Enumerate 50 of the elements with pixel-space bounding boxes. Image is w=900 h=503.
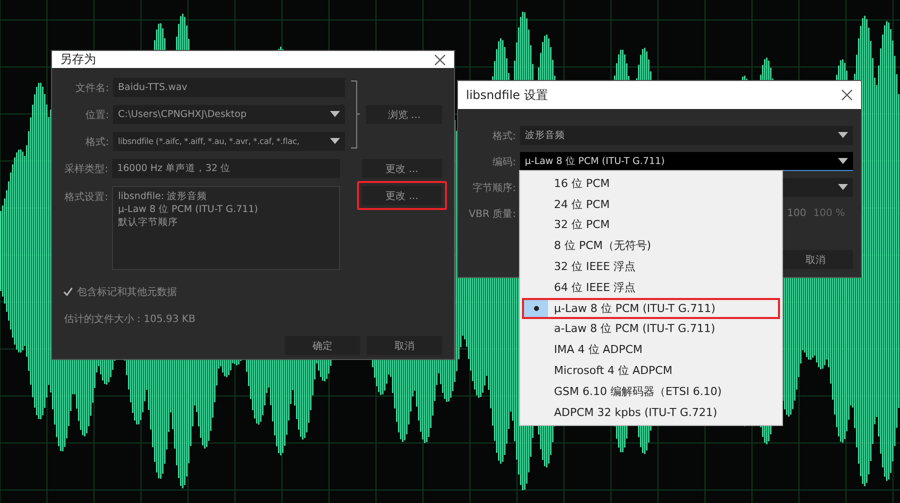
- menu-item[interactable]: 32 位 IEEE 浮点: [522, 256, 780, 277]
- vbr-percent: 100 %: [813, 208, 845, 219]
- checkbox-label: 包含标记和其他元数据: [77, 286, 177, 298]
- vbr-reading: 100: [787, 208, 806, 219]
- checkbox[interactable]: [62, 286, 73, 297]
- field-label: 编码:: [491, 156, 516, 168]
- settings-line: µ-Law 8 位 PCM (ITU-T G.711): [118, 203, 259, 216]
- dropdown-field[interactable]: C:\Users\CPNGHXJ\Desktop: [113, 105, 345, 124]
- window-title: 另存为: [60, 51, 96, 68]
- field-label: 格式:: [84, 136, 109, 148]
- field-label: 采样类型:: [64, 162, 108, 176]
- menu-item[interactable]: Microsoft 4 位 ADPCM: [522, 360, 780, 381]
- field-label: 字节顺序:: [471, 182, 516, 194]
- dropdown-caret-icon: [330, 111, 340, 117]
- dialog-button[interactable]: 取消: [367, 336, 442, 355]
- browse-button[interactable]: 浏览 ...: [366, 105, 442, 124]
- menu-item[interactable]: 8 位 PCM（无符号): [522, 235, 780, 256]
- menu-item[interactable]: IMA 4 位 ADPCM: [522, 339, 780, 360]
- dropdown-caret-icon: [838, 132, 848, 138]
- settings-line: 默认字节顺序: [118, 216, 180, 229]
- menu-item[interactable]: 16 位 PCM: [522, 173, 780, 194]
- dialog-button[interactable]: 确定: [285, 336, 360, 355]
- menu-item[interactable]: 64 位 IEEE 浮点: [522, 276, 780, 298]
- dropdown-caret-icon: [838, 184, 848, 190]
- menu-item[interactable]: a-Law 8 位 PCM (ITU-T G.711): [522, 318, 780, 340]
- field-label: 位置:: [84, 108, 109, 122]
- bullet-icon: [534, 306, 538, 311]
- estimated-size-text: 估计的文件大小 : 105.93 KB: [64, 312, 196, 326]
- dropdown-field[interactable]: libsndfile (*.aifc, *.aiff, *.au, *.avr, *.caf, *.flac,: [113, 132, 345, 151]
- dropdown-field[interactable]: 波形音频: [520, 126, 853, 145]
- field-label: 格式:: [491, 130, 516, 142]
- dropdown-caret-icon: [330, 138, 340, 144]
- change-button[interactable]: 更改 ...: [362, 186, 442, 205]
- sample-type-field: 16000 Hz 单声道，32 位: [112, 159, 340, 178]
- field-label: VBR 质量:: [468, 208, 516, 220]
- menu-item[interactable]: GSM 6.10 编解码器（ETSI 6.10): [522, 380, 780, 402]
- menu-item[interactable]: ADPCM 32 kpbs (ITU-T G.721): [522, 402, 780, 423]
- window-title: libsndfile 设置: [466, 86, 548, 104]
- close-icon[interactable]: [434, 54, 446, 66]
- dropdown-field[interactable]: µ-Law 8 位 PCM (ITU-T G.711): [520, 152, 853, 171]
- input-field[interactable]: Baidu-TTS.wav: [113, 78, 345, 97]
- menu-item[interactable]: µ-Law 8 位 PCM (ITU-T G.711): [522, 298, 780, 319]
- menu-item[interactable]: 24 位 PCM: [522, 194, 780, 215]
- menu-item[interactable]: 32 位 PCM: [522, 214, 780, 236]
- close-icon[interactable]: [841, 89, 853, 101]
- settings-line: libsndfile: 波形音频: [118, 190, 208, 203]
- dropdown-caret-icon: [838, 158, 848, 164]
- field-label: 文件名:: [74, 82, 109, 94]
- change-button[interactable]: 更改 ...: [362, 159, 442, 178]
- field-label: 格式设置:: [64, 190, 108, 204]
